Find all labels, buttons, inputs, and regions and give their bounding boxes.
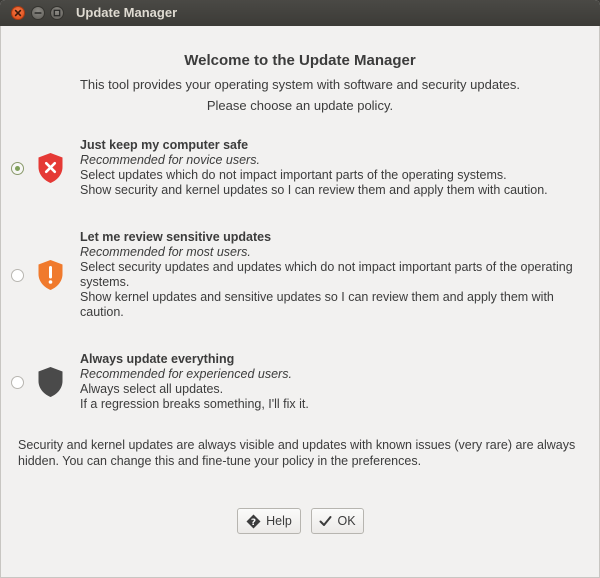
ok-button[interactable]: OK <box>311 508 364 534</box>
policy-option-safe-text: Just keep my computer safe Recommended f… <box>80 138 589 198</box>
option-recommendation: Recommended for novice users. <box>80 153 260 167</box>
policy-option-everything-text: Always update everything Recommended for… <box>80 352 589 412</box>
option-description: Always select all updates. <box>80 382 224 396</box>
shield-x-icon <box>38 153 63 183</box>
policy-option-everything[interactable]: Always update everything Recommended for… <box>11 352 589 414</box>
title-bar[interactable]: Update Manager <box>0 0 600 26</box>
option-description: Show kernel updates and sensitive update… <box>80 290 554 319</box>
svg-text:?: ? <box>251 518 256 528</box>
option-description: Select security updates and updates whic… <box>80 260 573 289</box>
checkmark-icon <box>319 515 332 527</box>
window-title: Update Manager <box>76 5 178 20</box>
help-button[interactable]: ? Help <box>237 508 301 534</box>
radio-safe[interactable] <box>11 162 24 175</box>
update-manager-window: Update Manager Welcome to the Update Man… <box>0 0 600 578</box>
policy-option-review[interactable]: Let me review sensitive updates Recommen… <box>11 230 589 322</box>
help-icon: ? <box>246 514 261 529</box>
ok-button-label: OK <box>337 514 356 528</box>
option-description: Select updates which do not impact impor… <box>80 168 507 182</box>
intro-text: This tool provides your operating system… <box>79 77 521 92</box>
help-button-label: Help <box>266 514 292 528</box>
option-description: Show security and kernel updates so I ca… <box>80 183 548 197</box>
option-recommendation: Recommended for most users. <box>80 245 251 259</box>
option-title: Let me review sensitive updates <box>80 230 272 244</box>
policy-option-review-text: Let me review sensitive updates Recommen… <box>80 230 589 320</box>
shield-icon <box>38 367 63 397</box>
dialog-content: Welcome to the Update Manager This tool … <box>0 26 600 578</box>
option-description: If a regression breaks something, I'll f… <box>80 397 309 411</box>
option-title: Always update everything <box>80 352 235 366</box>
radio-review[interactable] <box>11 269 24 282</box>
close-icon <box>14 9 22 17</box>
radio-everything[interactable] <box>11 376 24 389</box>
option-recommendation: Recommended for experienced users. <box>80 367 292 381</box>
window-close-button[interactable] <box>11 6 25 20</box>
window-minimize-button[interactable] <box>31 6 45 20</box>
maximize-icon <box>53 9 61 17</box>
page-title: Welcome to the Update Manager <box>184 52 416 69</box>
shield-exclamation-icon <box>38 260 63 290</box>
intro-instruction: Please choose an update policy. <box>206 98 394 113</box>
policy-footnote: Security and kernel updates are always v… <box>18 438 576 468</box>
minimize-icon <box>34 12 42 14</box>
window-maximize-button[interactable] <box>50 6 64 20</box>
policy-option-safe[interactable]: Just keep my computer safe Recommended f… <box>11 138 589 200</box>
option-title: Just keep my computer safe <box>80 138 249 152</box>
